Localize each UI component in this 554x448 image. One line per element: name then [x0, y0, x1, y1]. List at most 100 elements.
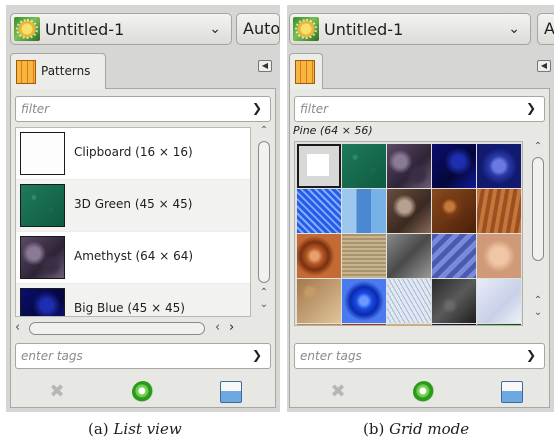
button-row: ✖	[287, 381, 554, 405]
caption-prefix: (b)	[363, 420, 385, 438]
pattern-thumbnail	[20, 184, 65, 227]
open-as-image-icon[interactable]	[501, 381, 523, 403]
button-row: ✖	[6, 381, 280, 405]
filter-field[interactable]: filter ❯	[294, 96, 545, 122]
caption-list-view: (a) List view	[88, 420, 182, 438]
pattern-cell[interactable]	[432, 144, 476, 188]
tags-field[interactable]: enter tags ❯	[294, 343, 545, 369]
pattern-label: Amethyst (64 × 64)	[74, 249, 194, 263]
scroll-left-icon[interactable]: ‹	[15, 320, 20, 335]
pattern-cell[interactable]	[342, 324, 386, 325]
scroll-down-icon[interactable]: ⌄	[258, 299, 270, 310]
chevron-down-icon: ⌄	[209, 21, 221, 37]
filter-field[interactable]: filter ❯	[15, 96, 271, 122]
refresh-icon[interactable]	[413, 381, 435, 403]
pattern-label: Big Blue (45 × 45)	[74, 301, 185, 315]
vertical-scrollbar[interactable]: ⌃ ⌃ ⌄	[531, 141, 545, 326]
delete-icon[interactable]: ✖	[46, 381, 68, 403]
scroll-up-icon[interactable]: ⌃	[532, 295, 544, 306]
pattern-cell[interactable]	[477, 144, 521, 188]
pattern-cell[interactable]	[477, 189, 521, 233]
tab-label: Patterns	[41, 64, 91, 78]
scroll-up-icon[interactable]: ⌃	[258, 287, 270, 298]
image-selector[interactable]: Untitled-1 ⌄	[289, 13, 531, 45]
tab-menu-icon[interactable]: ◀	[258, 60, 272, 72]
tags-field[interactable]: enter tags ❯	[15, 343, 271, 369]
patterns-content: filter ❯ Pine (64 × 56) ⌃ ⌃ ⌄ enter tags…	[289, 89, 550, 408]
pattern-cell[interactable]	[387, 279, 431, 323]
open-as-image-icon[interactable]	[220, 381, 242, 403]
pattern-cell[interactable]	[342, 144, 386, 188]
pattern-label: 3D Green (45 × 45)	[74, 197, 193, 211]
pattern-cell[interactable]	[477, 234, 521, 278]
pattern-cell[interactable]	[387, 189, 431, 233]
list-item[interactable]: Clipboard (16 × 16)	[16, 128, 250, 180]
pattern-cell[interactable]	[297, 279, 341, 323]
pattern-cell[interactable]	[432, 279, 476, 323]
caption-grid-mode: (b) Grid mode	[363, 420, 469, 438]
patterns-content: filter ❯ Clipboard (16 × 16) 3D Green (4…	[10, 89, 276, 408]
tab-menu-icon[interactable]: ◀	[537, 60, 551, 72]
caption-text: Grid mode	[389, 420, 470, 438]
image-name: Untitled-1	[45, 20, 125, 39]
chevron-down-icon: ❯	[525, 348, 536, 362]
scrollbar-thumb[interactable]	[532, 157, 544, 261]
pattern-cell[interactable]	[297, 144, 341, 188]
pattern-cell[interactable]	[432, 234, 476, 278]
auto-button[interactable]: Auto	[537, 13, 554, 45]
pattern-thumbnail	[20, 236, 65, 279]
horizontal-scrollbar[interactable]: ‹ ‹ ›	[15, 320, 251, 337]
pattern-cell[interactable]	[297, 234, 341, 278]
caption-text: List view	[113, 420, 182, 438]
chevron-down-icon: ⌄	[508, 21, 520, 37]
pattern-thumbnail	[20, 132, 65, 175]
pattern-cell[interactable]	[432, 324, 476, 325]
selected-pattern-label: Pine (64 × 56)	[293, 124, 373, 137]
image-thumbnail-icon	[14, 17, 40, 41]
patterns-icon	[16, 60, 36, 84]
tags-placeholder: enter tags	[21, 349, 83, 363]
pattern-cell[interactable]	[342, 279, 386, 323]
tags-placeholder: enter tags	[300, 349, 362, 363]
pattern-cell[interactable]	[387, 144, 431, 188]
chevron-down-icon: ❯	[251, 101, 262, 115]
scroll-up-icon[interactable]: ⌃	[532, 141, 544, 152]
scroll-up-icon[interactable]: ⌃	[258, 125, 270, 136]
pattern-cell[interactable]	[477, 279, 521, 323]
pattern-label: Clipboard (16 × 16)	[74, 145, 193, 159]
list-item[interactable]: 3D Green (45 × 45)	[16, 180, 250, 232]
scrollbar-thumb[interactable]	[29, 322, 205, 335]
scroll-left-icon[interactable]: ‹	[215, 320, 220, 335]
image-selector[interactable]: Untitled-1 ⌄	[10, 13, 232, 45]
pattern-thumbnail	[20, 288, 65, 316]
image-name: Untitled-1	[324, 20, 404, 39]
pattern-cell[interactable]	[342, 189, 386, 233]
delete-icon[interactable]: ✖	[327, 381, 349, 403]
pattern-cell[interactable]	[297, 189, 341, 233]
pattern-cell[interactable]	[477, 324, 521, 325]
list-item[interactable]: Amethyst (64 × 64)	[16, 232, 250, 284]
pattern-cell[interactable]	[342, 234, 386, 278]
chevron-down-icon: ❯	[525, 101, 536, 115]
pattern-cell[interactable]	[432, 189, 476, 233]
caption-prefix: (a)	[88, 420, 109, 438]
patterns-panel-grid: Untitled-1 ⌄ Auto ◀ filter ❯ Pine (64 × …	[287, 5, 554, 412]
scroll-right-icon[interactable]: ›	[229, 320, 234, 335]
list-item[interactable]: Big Blue (45 × 45)	[16, 284, 250, 316]
pattern-cell[interactable]	[387, 324, 431, 325]
scrollbar-thumb[interactable]	[258, 141, 270, 283]
image-thumbnail-icon	[293, 17, 319, 41]
filter-placeholder: filter	[300, 102, 329, 116]
chevron-down-icon: ❯	[251, 348, 262, 362]
tab-patterns[interactable]: Patterns	[10, 53, 106, 89]
filter-placeholder: filter	[21, 102, 50, 116]
tab-patterns[interactable]	[289, 53, 323, 89]
pattern-cell[interactable]	[387, 234, 431, 278]
vertical-scrollbar[interactable]: ⌃ ⌃ ⌄	[257, 125, 271, 317]
scroll-down-icon[interactable]: ⌄	[532, 307, 544, 318]
pattern-cell[interactable]	[297, 324, 341, 325]
auto-button[interactable]: Auto	[236, 13, 280, 45]
refresh-icon[interactable]	[132, 381, 154, 403]
pattern-list: Clipboard (16 × 16) 3D Green (45 × 45) A…	[15, 127, 251, 317]
patterns-icon	[295, 60, 315, 84]
